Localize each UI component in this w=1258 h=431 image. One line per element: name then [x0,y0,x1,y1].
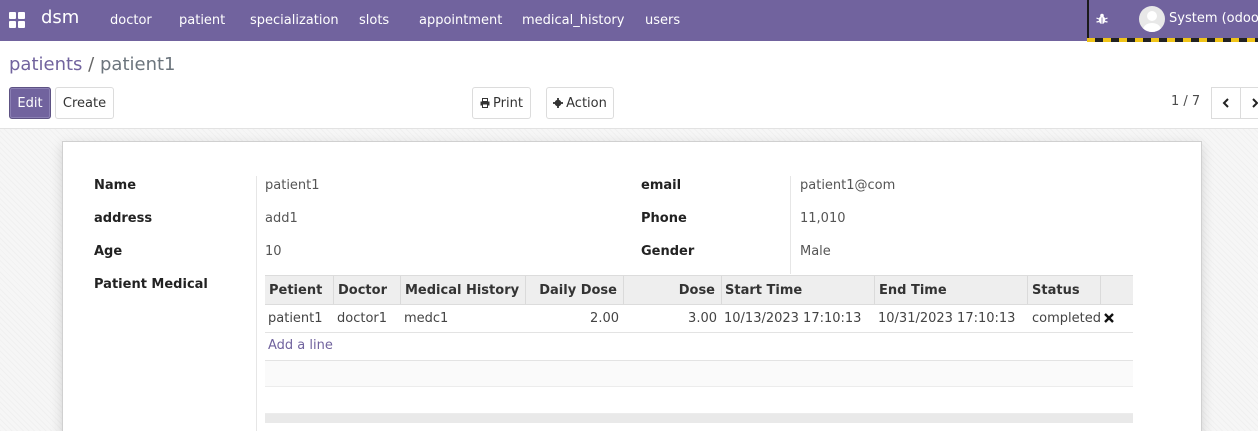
empty-row [265,388,1133,414]
cell-end-time[interactable]: 10/31/2023 17:10:13 [878,311,1015,326]
create-button[interactable]: Create [55,87,114,119]
menu-medical-history[interactable]: medical_history [522,0,624,41]
age-value: 10 [265,244,282,259]
breadcrumb: patients / patient1 [9,54,176,75]
menu-slots[interactable]: slots [359,0,389,41]
add-line-link[interactable]: Add a line [268,338,333,353]
column-end-time[interactable]: End Time [875,276,1028,304]
cell-daily-dose[interactable]: 2.00 [526,311,619,326]
menu-users[interactable]: users [645,0,680,41]
print-icon [480,98,490,108]
cell-medical-history[interactable]: medc1 [404,311,448,326]
table-footer [265,414,1133,423]
column-petient[interactable]: Petient [265,276,334,304]
delete-icon[interactable] [1103,312,1115,324]
name-label: Name [94,178,137,193]
menu-specialization[interactable]: specialization [250,0,339,41]
chevron-left-icon [1222,98,1229,108]
row-separator [265,332,1133,333]
bug-icon[interactable] [1095,12,1109,26]
breadcrumb-separator: / [88,54,95,75]
column-daily-dose[interactable]: Daily Dose [526,276,624,304]
menu-appointment[interactable]: appointment [419,0,502,41]
print-button[interactable]: Print [472,87,531,119]
column-doctor[interactable]: Doctor [334,276,401,304]
column-dose[interactable]: Dose [624,276,722,304]
edit-button[interactable]: Edit [9,87,51,119]
debug-mode-stripes [1087,38,1258,42]
cell-doctor[interactable]: doctor1 [337,311,387,326]
menu-patient[interactable]: patient [179,0,225,41]
email-value: patient1@com [800,178,896,193]
label-divider-right [790,176,791,274]
patient-medical-label: Patient Medical [94,277,208,292]
empty-row [265,361,1133,387]
column-medical-history[interactable]: Medical History [401,276,526,304]
phone-label: Phone [641,211,687,226]
address-label: address [94,211,153,226]
app-brand[interactable]: dsm [41,7,79,28]
gender-label: Gender [641,244,695,259]
email-label: email [641,178,682,193]
avatar[interactable] [1139,6,1165,32]
user-menu-name[interactable]: System (odoo1 [1169,11,1258,26]
gear-icon [553,98,564,108]
menu-doctor[interactable]: doctor [110,0,152,41]
cell-status[interactable]: completed [1032,311,1101,326]
print-button-label: Print [493,95,523,111]
address-value: add1 [265,211,298,226]
user-avatar-icon [1143,11,1161,32]
breadcrumb-current: patient1 [99,54,176,75]
top-navbar: dsm doctor patient specialization slots … [0,0,1258,41]
apps-grid-icon[interactable] [9,12,25,28]
name-value: patient1 [265,178,320,193]
pager-previous-button[interactable] [1211,87,1241,119]
pager-value[interactable]: 1 / 7 [1171,94,1200,109]
cell-petient[interactable]: patient1 [268,311,323,326]
action-button[interactable]: Action [546,87,614,119]
table-header: Petient Doctor Medical History Daily Dos… [265,275,1133,305]
age-label: Age [94,244,123,259]
column-start-time[interactable]: Start Time [721,276,875,304]
phone-value: 11,010 [800,211,846,226]
label-divider [256,176,257,431]
pager-next-button[interactable] [1240,87,1258,119]
cell-dose[interactable]: 3.00 [624,311,717,326]
chevron-right-icon [1252,98,1258,108]
breadcrumb-patients[interactable]: patients [9,54,82,75]
action-button-label: Action [566,95,607,111]
gender-value: Male [800,244,831,259]
cell-start-time[interactable]: 10/13/2023 17:10:13 [724,311,861,326]
column-status[interactable]: Status [1028,276,1101,304]
